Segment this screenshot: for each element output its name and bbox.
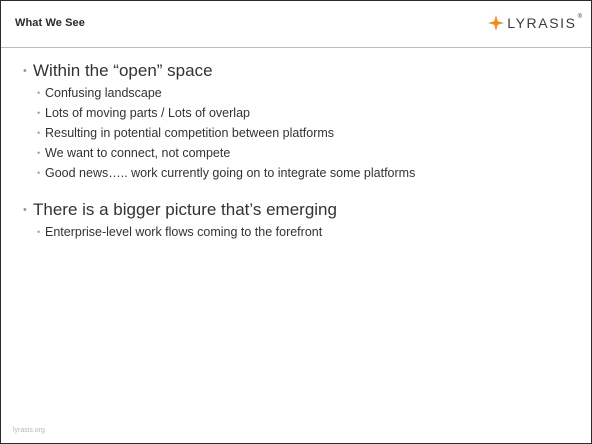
sub-bullet: • Good news….. work currently going on t… (37, 164, 578, 182)
sub-bullet: • Enterprise-level work flows coming to … (37, 223, 578, 241)
brand-logo: LYRASIS ® (488, 11, 582, 35)
sub-bullet-text: Confusing landscape (45, 86, 162, 100)
footer-url: lyrasis.org (13, 427, 45, 434)
slide-content: • Within the “open” space • Confusing la… (23, 61, 578, 243)
sub-bullet: • Resulting in potential competition bet… (37, 124, 578, 142)
brand-name: LYRASIS (507, 15, 577, 31)
sub-bullet-text: We want to connect, not compete (45, 146, 231, 160)
sub-bullet-text: Lots of moving parts / Lots of overlap (45, 106, 250, 120)
bullet-dot-icon: • (37, 168, 41, 178)
registered-mark: ® (577, 14, 582, 20)
sub-bullet-text: Good news….. work currently going on to … (45, 166, 416, 180)
sub-bullet: • Lots of moving parts / Lots of overlap (37, 104, 578, 122)
bullet-main-text: There is a bigger picture that’s emergin… (33, 200, 337, 219)
bullet-dot-icon: • (37, 88, 41, 98)
slide: What We See LYRASIS ® • Within the “open… (0, 0, 592, 444)
bullet-dot-icon: • (23, 65, 27, 77)
sub-bullet-text: Resulting in potential competition betwe… (45, 126, 335, 140)
star-icon (488, 15, 505, 31)
bullet-dot-icon: • (37, 227, 41, 237)
sub-bullet-list: • Enterprise-level work flows coming to … (37, 223, 578, 241)
slide-header: What We See LYRASIS ® (1, 1, 591, 48)
sub-bullet: • We want to connect, not compete (37, 144, 578, 162)
slide-title: What We See (15, 17, 85, 29)
sub-bullet: • Confusing landscape (37, 84, 578, 102)
bullet-dot-icon: • (37, 108, 41, 118)
bullet-main: • Within the “open” space (23, 61, 578, 81)
sub-bullet-text: Enterprise-level work flows coming to th… (45, 225, 323, 239)
bullet-dot-icon: • (37, 128, 41, 138)
bullet-main: • There is a bigger picture that’s emerg… (23, 200, 578, 220)
bullet-main-text: Within the “open” space (33, 61, 213, 80)
bullet-dot-icon: • (23, 204, 27, 216)
bullet-dot-icon: • (37, 148, 41, 158)
sub-bullet-list: • Confusing landscape • Lots of moving p… (37, 84, 578, 182)
